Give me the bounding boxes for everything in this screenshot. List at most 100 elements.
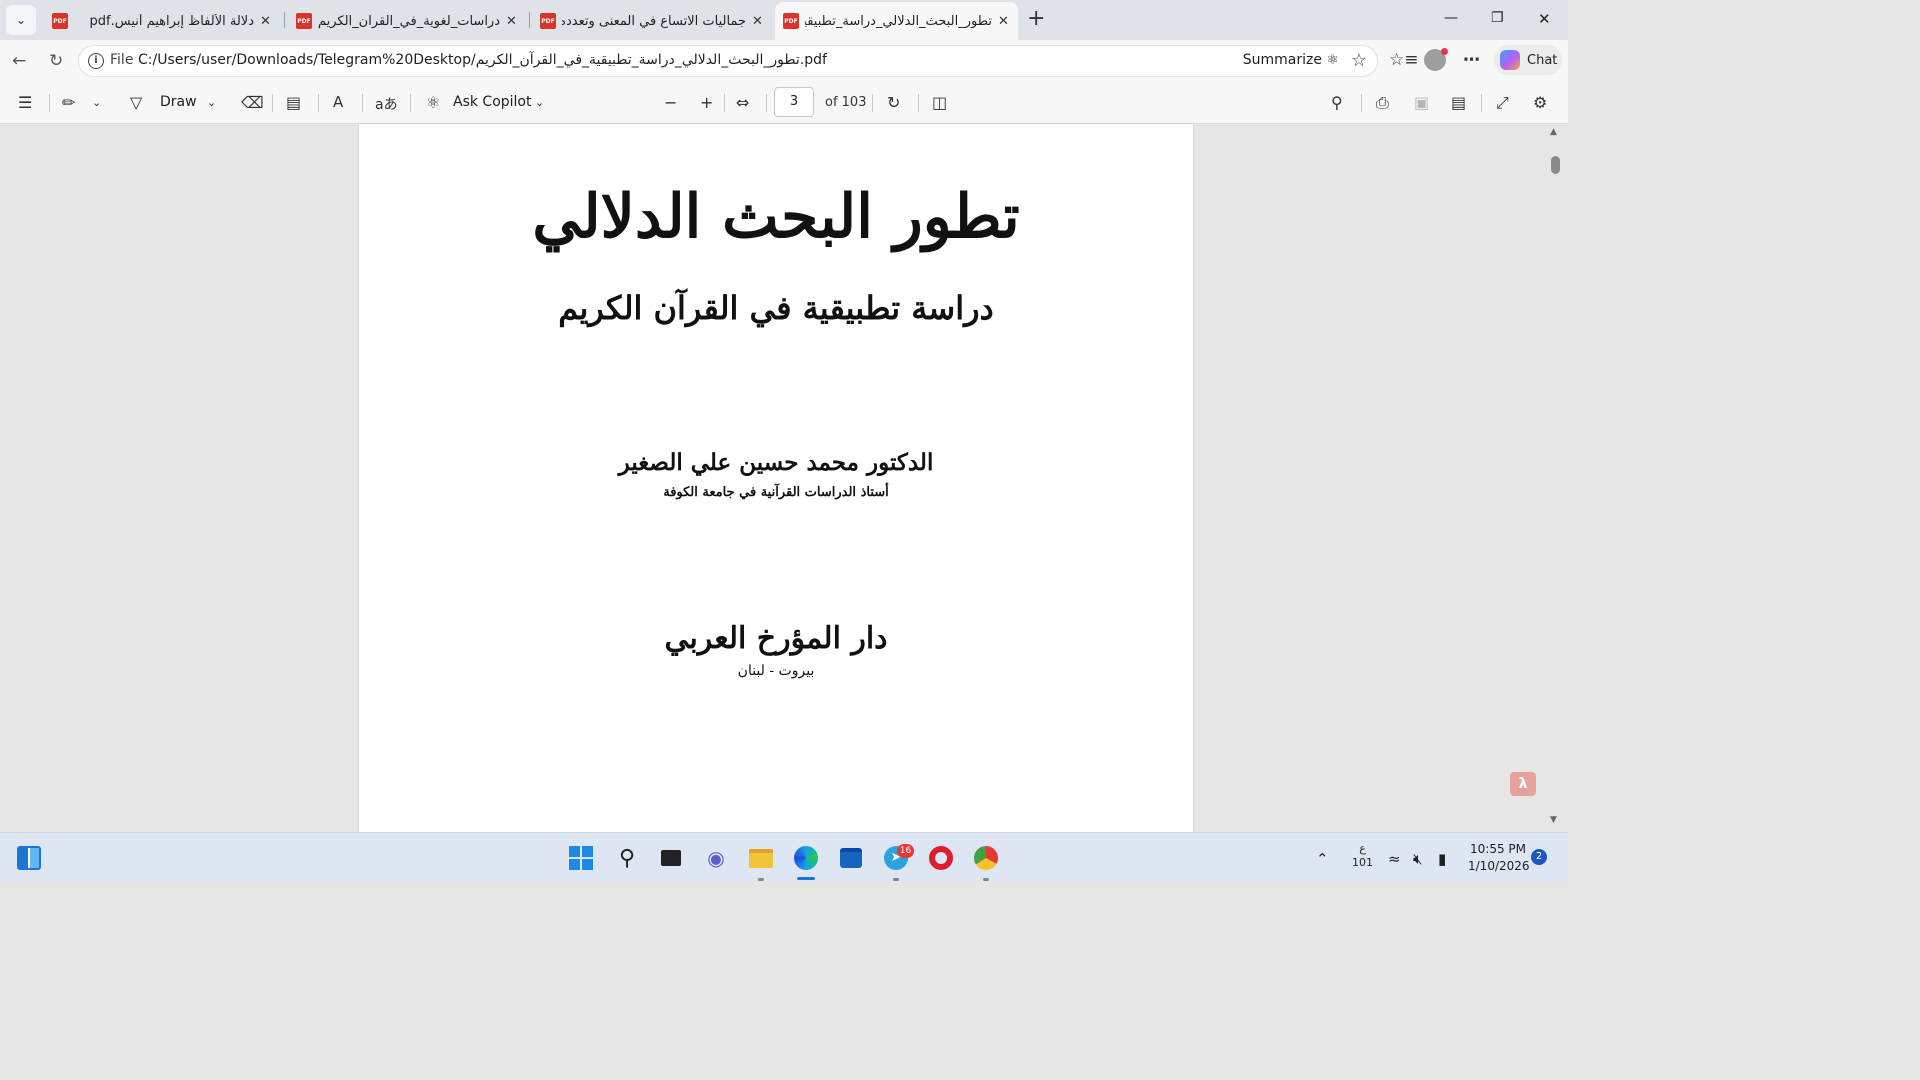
toolbar-separator [918,94,919,112]
copilot-icon[interactable]: ⚛ [426,93,440,112]
book-title: تطور البحث الدلالي [532,182,1020,252]
teams-chat-icon[interactable]: ◉ [703,845,729,871]
text-box-icon[interactable]: ▤ [286,93,301,112]
chevron-down-icon: ⌄ [15,13,27,27]
ask-copilot-button[interactable]: Ask Copilot [453,94,532,110]
publisher-name: دار المؤرخ العربي [664,621,888,656]
widgets-icon[interactable] [17,846,41,870]
show-hidden-icons-chevron-icon[interactable]: ⌃ [1316,850,1329,868]
scroll-up-arrow-icon[interactable]: ▲ [1550,127,1557,137]
save-as-icon[interactable]: ▤ [1451,93,1466,112]
tab-actions-menu-button[interactable]: ⌄ [6,5,36,35]
translate-icon[interactable]: aあ [375,94,398,114]
settings-gear-icon[interactable]: ⚙ [1533,93,1547,112]
close-icon[interactable]: ✕ [752,14,764,29]
url-scheme-label: File [110,52,134,68]
highlight-icon[interactable]: ✏ [62,93,75,112]
microsoft-store-icon[interactable] [838,845,864,871]
toolbar-separator [872,94,873,112]
eraser-icon[interactable]: ⌫ [241,93,264,112]
book-subtitle: دراسة تطبيقية في القرآن الكريم [558,289,994,327]
zoom-out-icon[interactable]: − [664,93,677,112]
more-options-icon[interactable]: ⋯ [1463,50,1480,70]
input-language-indicator[interactable]: ع 101 [1352,842,1373,870]
start-button[interactable] [568,845,594,871]
fit-to-width-icon[interactable]: ⇔ [736,93,749,112]
pdf-viewer[interactable]: تطور البحث الدلالي دراسة تطبيقية في القر… [0,124,1568,832]
restore-button[interactable]: ❐ [1491,10,1504,26]
new-tab-button[interactable]: + [1027,8,1045,30]
pdf-file-icon: PDF [296,13,312,29]
pdf-file-icon: PDF [540,13,556,29]
close-icon[interactable]: ✕ [260,14,272,29]
search-icon[interactable]: ⚲ [614,845,640,871]
time-label: 10:55 PM [1470,842,1526,856]
chevron-down-icon[interactable]: ⌄ [92,96,101,109]
author-role: أستاذ الدراسات القرآنية في جامعة الكوفة [663,485,889,500]
print-icon[interactable]: ⎙ [1376,93,1389,113]
info-icon[interactable]: i [88,53,104,69]
chevron-down-icon[interactable]: ⌄ [207,96,216,109]
toolbar-separator [410,94,411,112]
running-indicator [893,878,899,881]
favorite-star-icon[interactable]: ☆ [1351,50,1367,71]
tab-2[interactable]: PDF دراسات_لغوية_في_القرآن_الكريم_وقراءا… [288,4,526,38]
opera-browser-icon[interactable] [928,845,954,871]
favorites-icon[interactable]: ☆≡ [1389,50,1418,70]
toolbar-separator [724,94,725,112]
ime-code: 101 [1352,856,1373,869]
tab-4-active[interactable]: PDF تطور_البحث_الدلالي_دراسة_تطبيقية ✕ [775,2,1018,40]
chrome-browser-icon[interactable] [973,845,999,871]
wifi-icon[interactable]: ≈ [1388,850,1401,868]
file-explorer-icon[interactable] [748,845,774,871]
edge-browser-icon[interactable] [793,845,819,871]
read-aloud-icon[interactable]: A [333,93,343,111]
volume-muted-icon[interactable]: 🔇︎ [1413,850,1422,868]
pdf-file-icon: PDF [783,13,799,29]
zoom-in-icon[interactable]: + [700,93,713,112]
publisher-city: بيروت - لبنان [737,663,815,679]
draw-button[interactable]: Draw [160,94,197,110]
contents-list-icon[interactable]: ☰ [18,93,32,112]
close-icon[interactable]: ✕ [506,14,518,29]
summarize-button[interactable]: Summarize ⚛ [1243,52,1339,68]
fullscreen-icon[interactable]: ⤢ [1496,93,1509,113]
chat-label: Chat [1527,52,1558,68]
chevron-down-icon[interactable]: ⌄ [535,96,544,109]
toolbar-separator [1481,94,1482,112]
toolbar-separator [272,94,273,112]
tab-separator [529,12,530,28]
windows-logo-icon [569,846,593,870]
toolbar-separator [1361,94,1362,112]
minimize-button[interactable]: — [1444,10,1458,26]
scroll-down-arrow-icon[interactable]: ▼ [1550,815,1557,825]
close-icon[interactable]: ✕ [998,14,1010,29]
task-view-icon[interactable] [658,845,684,871]
save-icon[interactable]: ▣ [1414,93,1429,112]
page-view-icon[interactable]: ◫ [932,93,947,112]
search-icon[interactable]: ⚲ [1331,93,1343,112]
tab-1[interactable]: PDF دلالة الألفاظ إبراهيم أنيس.pdf ✕ [44,4,280,38]
close-window-button[interactable]: ✕ [1538,10,1551,28]
url-text[interactable]: C:/Users/user/Downloads/Telegram%20Deskt… [138,52,827,68]
scrollbar-thumb[interactable] [1551,156,1560,174]
battery-icon[interactable]: ▮ [1438,850,1446,868]
pdf-page: تطور البحث الدلالي دراسة تطبيقية في القر… [359,124,1193,832]
active-app-indicator [797,877,815,880]
page-number-input[interactable]: 3 [774,87,814,117]
refresh-icon[interactable]: ↻ [49,51,63,71]
address-bar[interactable]: i File C:/Users/user/Downloads/Telegram%… [78,45,1378,77]
tab-3[interactable]: PDF جماليات الاتساع في المعنى وتعدده.pdf… [532,4,772,38]
windows-taskbar: ⚲ ◉ ➤ ⌃ ع 101 ≈ 🔇︎ ▮ 10:55 PM 1/10/2026 … [0,832,1568,882]
back-arrow-icon[interactable]: ← [12,51,26,71]
rotate-icon[interactable]: ↻ [887,93,900,112]
clock[interactable]: 10:55 PM 1/10/2026 [1468,841,1530,875]
copilot-chat-button[interactable]: Chat [1494,45,1562,75]
acrobat-icon[interactable]: λ [1510,772,1536,796]
toolbar-separator [318,94,319,112]
tab-title: دراسات_لغوية_في_القرآن_الكريم_وقراءاته [318,13,500,29]
copilot-icon [1500,50,1520,70]
draw-icon[interactable]: ▽ [130,93,142,112]
notification-center-badge[interactable]: 2 [1531,849,1547,865]
date-label: 1/10/2026 [1468,859,1530,873]
